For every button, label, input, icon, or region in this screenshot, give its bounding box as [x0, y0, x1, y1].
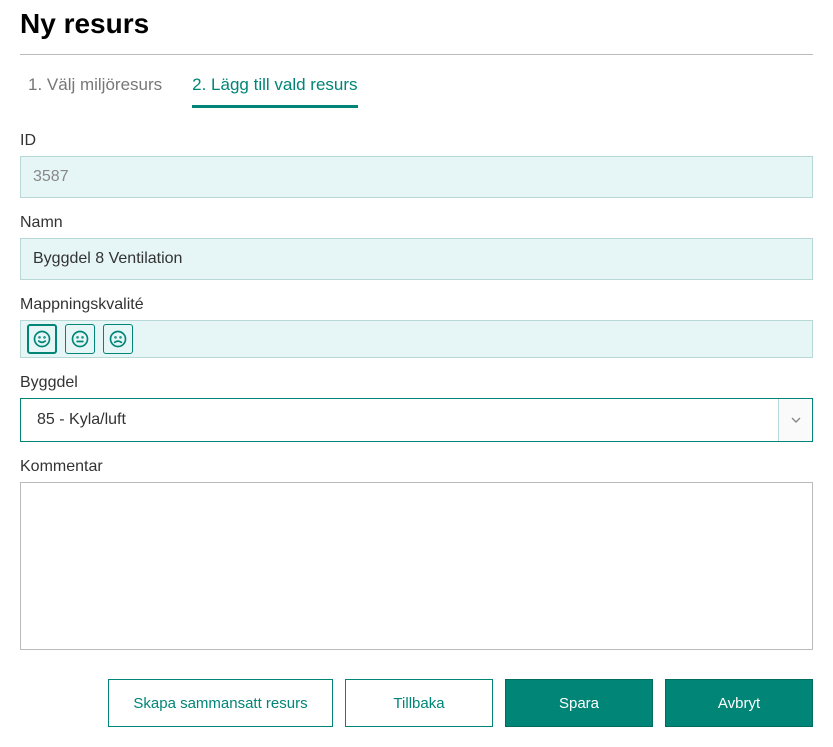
quality-sad-button[interactable]: [103, 324, 133, 354]
chevron-down-icon: [788, 412, 804, 428]
id-field[interactable]: [20, 156, 813, 198]
tab-add-resource[interactable]: 2. Lägg till vald resurs: [192, 75, 357, 108]
tab-bar: 1. Välj miljöresurs 2. Lägg till vald re…: [20, 75, 813, 108]
namn-label: Namn: [20, 214, 813, 232]
quality-neutral-button[interactable]: [65, 324, 95, 354]
byggdel-selected-value: 85 - Kyla/luft: [21, 399, 778, 441]
page-title: Ny resurs: [20, 0, 813, 55]
quality-label: Mappningskvalité: [20, 296, 813, 314]
byggdel-arrow: [778, 399, 812, 441]
tab-select-resource[interactable]: 1. Välj miljöresurs: [28, 75, 162, 108]
cancel-button[interactable]: Avbryt: [665, 679, 813, 727]
byggdel-label: Byggdel: [20, 374, 813, 392]
kommentar-label: Kommentar: [20, 458, 813, 476]
quality-happy-button[interactable]: [27, 324, 57, 354]
quality-selector: [20, 320, 813, 358]
happy-face-icon: [32, 329, 52, 349]
id-label: ID: [20, 132, 813, 150]
neutral-face-icon: [70, 329, 90, 349]
create-composite-button[interactable]: Skapa sammansatt resurs: [108, 679, 333, 727]
namn-field[interactable]: [20, 238, 813, 280]
back-button[interactable]: Tillbaka: [345, 679, 493, 727]
save-button[interactable]: Spara: [505, 679, 653, 727]
byggdel-select[interactable]: 85 - Kyla/luft: [20, 398, 813, 442]
sad-face-icon: [108, 329, 128, 349]
kommentar-field[interactable]: [20, 482, 813, 650]
button-row: Skapa sammansatt resurs Tillbaka Spara A…: [20, 679, 813, 727]
